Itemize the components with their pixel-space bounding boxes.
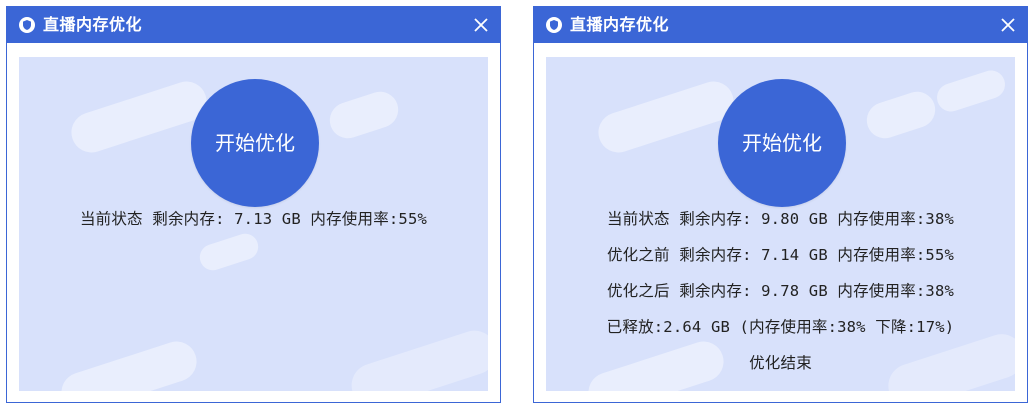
decor-blob <box>196 230 262 274</box>
window-title: 直播内存优化 <box>43 15 143 34</box>
close-icon <box>1001 18 1015 32</box>
status-before: 优化之前 剩余内存: 7.14 GB 内存使用率:55% <box>606 246 955 264</box>
start-optimize-button[interactable]: 开始优化 <box>718 79 846 207</box>
content-panel: 开始优化 当前状态 剩余内存: 9.80 GB 内存使用率:38% 优化之前 剩… <box>546 57 1015 391</box>
status-released: 已释放:2.64 GB (内存使用率:38% 下降:17%) <box>606 318 955 336</box>
close-button[interactable] <box>993 10 1023 40</box>
shield-icon <box>546 17 562 33</box>
close-button[interactable] <box>466 10 496 40</box>
decor-blob <box>56 336 202 391</box>
optimizer-window-initial: 直播内存优化 开始优化 当前状态 剩余内存: 7.13 GB 内存使用率:55% <box>6 6 501 403</box>
status-current: 当前状态 剩余内存: 7.13 GB 内存使用率:55% <box>79 210 428 228</box>
decor-blob <box>933 66 1009 116</box>
content-panel: 开始优化 当前状态 剩余内存: 7.13 GB 内存使用率:55% <box>19 57 488 391</box>
status-current: 当前状态 剩余内存: 9.80 GB 内存使用率:38% <box>606 210 955 228</box>
optimizer-window-finished: 直播内存优化 开始优化 当前状态 剩余内存: 9.80 GB 内存使用率:38%… <box>533 6 1028 403</box>
start-optimize-button[interactable]: 开始优化 <box>191 79 319 207</box>
close-icon <box>474 18 488 32</box>
window-title: 直播内存优化 <box>570 15 670 34</box>
status-finished: 优化结束 <box>749 354 812 372</box>
decor-blob <box>66 76 212 158</box>
status-after: 优化之后 剩余内存: 9.78 GB 内存使用率:38% <box>606 282 955 300</box>
decor-blob <box>345 324 488 391</box>
decor-blob <box>325 87 403 143</box>
decor-blob <box>593 76 739 158</box>
decor-blob <box>862 87 940 143</box>
title-bar[interactable]: 直播内存优化 <box>534 7 1027 43</box>
shield-icon <box>19 17 35 33</box>
title-bar[interactable]: 直播内存优化 <box>7 7 500 43</box>
